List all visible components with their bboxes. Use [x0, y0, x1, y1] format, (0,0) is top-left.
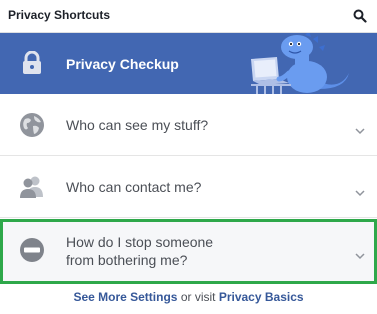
- privacy-checkup-banner[interactable]: Privacy Checkup: [0, 33, 377, 94]
- list-item-label: Who can contact me?: [66, 179, 202, 195]
- chevron-down-icon[interactable]: [355, 247, 365, 260]
- list-item-label-line2: from bothering me?: [66, 252, 188, 268]
- list-item-label-line1: How do I stop someone: [66, 234, 214, 250]
- chevron-down-icon[interactable]: [355, 122, 365, 135]
- panel-footer: See More Settings or visit Privacy Basic…: [0, 286, 377, 308]
- privacy-shortcuts-panel: Privacy Shortcuts Privacy Checkup Who ca…: [0, 0, 377, 314]
- panel-title: Privacy Shortcuts: [8, 8, 111, 22]
- dinosaur-illustration: [245, 33, 355, 94]
- privacy-checkup-label: Privacy Checkup: [66, 56, 179, 72]
- search-icon[interactable]: [353, 9, 367, 23]
- privacy-basics-link[interactable]: Privacy Basics: [219, 290, 304, 304]
- people-icon: [18, 175, 46, 204]
- list-item-label: Who can see my stuff?: [66, 117, 209, 133]
- panel-header: Privacy Shortcuts: [0, 0, 377, 33]
- chevron-down-icon[interactable]: [355, 184, 365, 197]
- see-more-settings-link[interactable]: See More Settings: [73, 290, 177, 304]
- footer-or-visit-text: or visit: [180, 290, 216, 304]
- list-item-who-can-see[interactable]: Who can see my stuff?: [0, 94, 377, 156]
- block-icon: [18, 236, 46, 269]
- list-item-who-can-contact[interactable]: Who can contact me?: [0, 156, 377, 218]
- list-item-stop-bothering[interactable]: How do I stop someone from bothering me?: [0, 219, 377, 284]
- globe-icon: [18, 111, 46, 144]
- lock-icon: [21, 50, 43, 75]
